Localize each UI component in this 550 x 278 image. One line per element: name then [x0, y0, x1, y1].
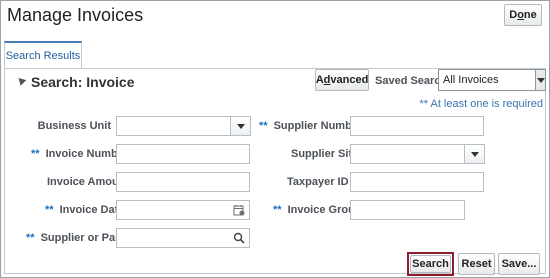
required-marker: ** [31, 148, 40, 160]
advanced-label-suffix: vanced [330, 74, 369, 86]
invoice-group-label: ** Invoice Group [273, 204, 362, 216]
invoice-date-label: ** Invoice Date [45, 204, 124, 216]
invoice-amount-field[interactable] [116, 172, 250, 192]
chevron-down-icon[interactable] [535, 70, 545, 90]
tab-search-results-label: Search Results [5, 50, 81, 62]
supplier-site-label: Supplier Site [291, 148, 358, 160]
done-label-prefix: D [509, 9, 518, 21]
required-marker: ** [45, 204, 54, 216]
business-unit-label-text: Business Unit [37, 120, 111, 132]
business-unit-label: Business Unit [31, 120, 111, 132]
window-frame: Manage Invoices Do ne Search Results Sear… [0, 0, 550, 278]
save-button-label: Save... [501, 258, 537, 270]
required-marker: ** [273, 204, 282, 216]
taxpayer-id-field[interactable] [350, 172, 484, 192]
chevron-down-icon[interactable] [230, 117, 250, 135]
required-marker: ** [26, 232, 35, 244]
required-marker: ** [259, 120, 268, 132]
search-title: Search: Invoice [31, 74, 135, 90]
required-note: ** At least one is required [419, 98, 543, 110]
done-button[interactable]: Do ne [504, 4, 542, 26]
supplier-number-label-text: Supplier Number [273, 120, 363, 132]
invoice-group-field[interactable] [350, 200, 465, 220]
saved-search-label: Saved Search [375, 75, 448, 87]
advanced-button[interactable]: Ad vanced [315, 69, 369, 91]
chevron-down-icon[interactable] [464, 145, 484, 163]
supplier-or-party-field[interactable] [116, 228, 250, 248]
invoice-number-label: ** Invoice Number [31, 148, 128, 160]
page-title: Manage Invoices [7, 5, 144, 25]
reset-button-label: Reset [461, 258, 492, 270]
saved-search-select[interactable]: All Invoices [438, 69, 546, 91]
advanced-label-prefix: A [315, 74, 324, 86]
supplier-or-party-label: ** Supplier or Party [26, 232, 129, 244]
save-button[interactable]: Save... [498, 253, 540, 275]
business-unit-select[interactable] [116, 116, 251, 136]
tab-search-results[interactable]: Search Results [4, 41, 82, 69]
supplier-site-label-text: Supplier Site [291, 148, 359, 160]
invoice-date-label-text: Invoice Date [59, 204, 125, 216]
taxpayer-id-label: Taxpayer ID [287, 176, 349, 188]
done-label-suffix: ne [523, 9, 537, 21]
search-icon[interactable] [233, 232, 245, 244]
calendar-icon[interactable] [233, 204, 245, 216]
saved-search-value: All Invoices [443, 74, 499, 86]
supplier-site-select[interactable] [350, 144, 485, 164]
done-label-accesskey: o [517, 9, 524, 21]
invoice-number-field[interactable] [116, 144, 250, 164]
taxpayer-id-label-text: Taxpayer ID [287, 176, 349, 188]
advanced-label-accesskey: d [323, 74, 331, 86]
search-button[interactable]: Search [410, 255, 451, 273]
supplier-number-label: ** Supplier Number [259, 120, 362, 132]
search-button-label: Search [412, 258, 449, 270]
invoice-date-field[interactable] [116, 200, 250, 220]
reset-button[interactable]: Reset [458, 253, 495, 275]
supplier-number-field[interactable] [350, 116, 484, 136]
